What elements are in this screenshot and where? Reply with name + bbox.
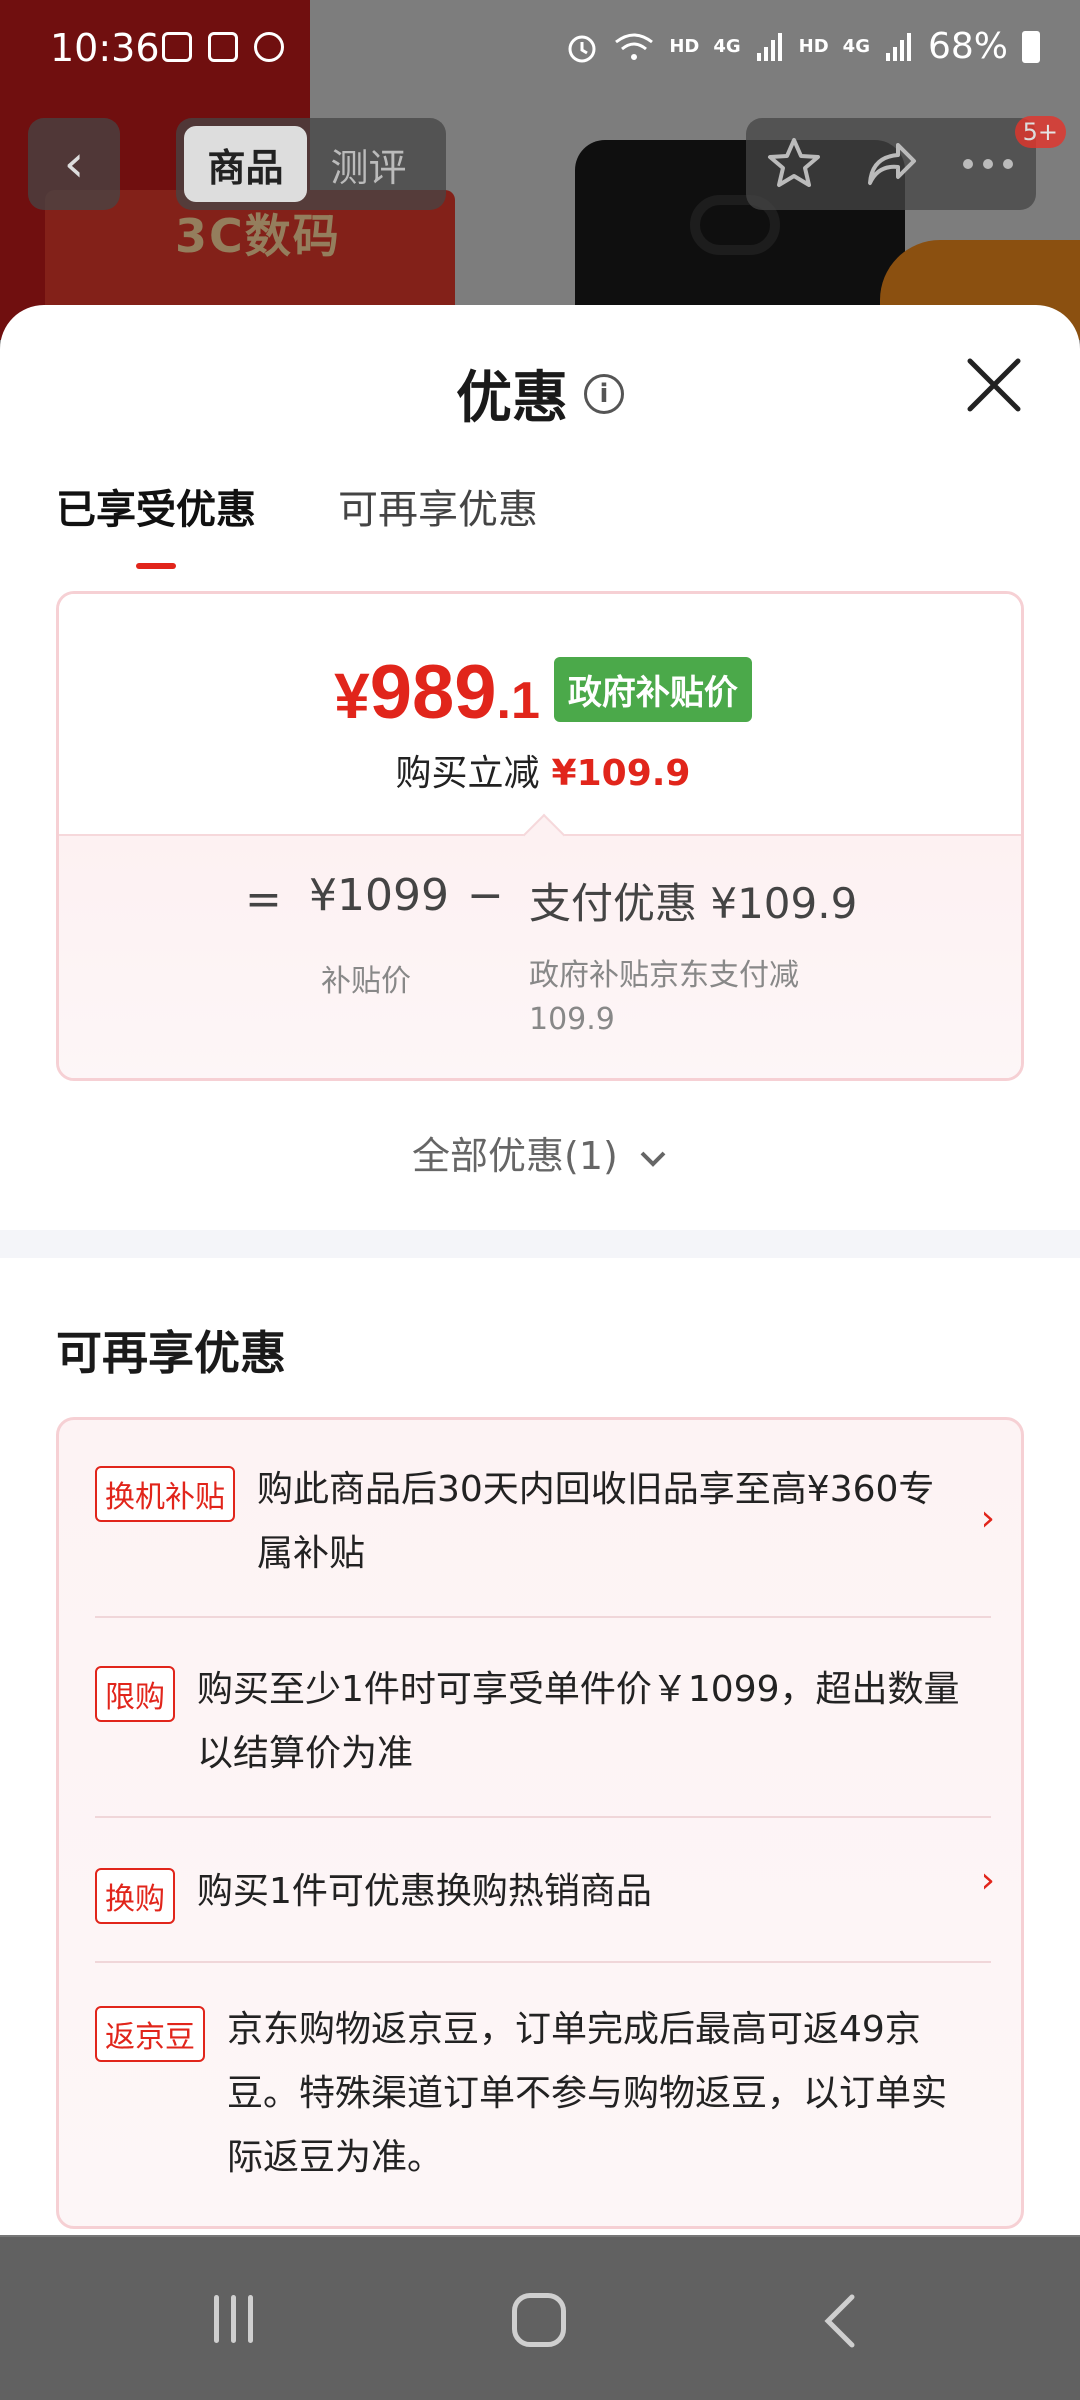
- star-icon[interactable]: [765, 135, 823, 193]
- more-icon[interactable]: [959, 154, 1017, 174]
- battery-icon: [1022, 30, 1040, 63]
- sheet-title-row: 优惠 i: [0, 353, 1080, 434]
- promo-tag: 换购: [95, 1868, 175, 1924]
- tab-review[interactable]: 测评: [307, 126, 430, 202]
- tab-enjoyed-discounts[interactable]: 已享受优惠: [56, 477, 256, 569]
- chevron-left-icon: ‹: [63, 134, 85, 194]
- divider: [95, 1616, 991, 1618]
- recent-apps-button[interactable]: [214, 2295, 253, 2343]
- nav-actions: [746, 118, 1036, 210]
- status-time: 10:36: [50, 26, 160, 70]
- home-button[interactable]: [512, 2293, 566, 2347]
- discount-tabs: 已享受优惠 可再享优惠: [56, 477, 538, 569]
- clock-app-icon: [208, 32, 238, 62]
- final-price-line: ¥989.1 政府补贴价: [59, 649, 1021, 736]
- promo-exchange[interactable]: 换购 购买1件可优惠换购热销商品 ›: [95, 1860, 995, 1924]
- notification-icons: [162, 32, 284, 62]
- promo-tag: 返京豆: [95, 2006, 205, 2062]
- divider: [95, 1816, 991, 1818]
- network-type-3: HD: [798, 36, 829, 57]
- equals-sign: =: [245, 874, 282, 925]
- discount-sheet: 优惠 i 已享受优惠 可再享优惠 ¥989.1 政府补贴价 购买立减 ¥109.9…: [0, 305, 1080, 2235]
- system-nav-bar: [0, 2237, 1080, 2400]
- message-badge: 5+: [1014, 116, 1066, 148]
- subsidy-price: ¥1099: [309, 870, 449, 921]
- app-notification-icon: [254, 32, 284, 62]
- promo-text: 购买1件可优惠换购热销商品: [197, 1871, 652, 1912]
- tab-product[interactable]: 商品: [184, 126, 307, 202]
- sheet-title: 优惠: [456, 366, 568, 431]
- promo-tag: 限购: [95, 1666, 175, 1722]
- subsidy-price-label: 补贴价: [321, 964, 411, 999]
- promo-text: 购买至少1件时可享受单件价￥1099，超出数量以结算价为准: [197, 1669, 960, 1774]
- promo-text: 京东购物返京豆，订单完成后最高可返49京豆。特殊渠道订单不参与购物返豆，以订单实…: [227, 2009, 948, 2178]
- chevron-right-icon: ›: [980, 1860, 995, 1901]
- saving-line: 购买立减 ¥109.9: [59, 744, 1021, 796]
- saving-label: 购买立减: [395, 753, 540, 794]
- status-bar: 10:36 HD 4G HD 4G 68%: [0, 0, 1080, 100]
- alarm-icon: [568, 35, 596, 62]
- back-button[interactable]: ‹: [28, 118, 120, 210]
- all-discounts-label: 全部优惠(1): [412, 1134, 618, 1178]
- all-discounts-toggle[interactable]: 全部优惠(1): [0, 1125, 1080, 1180]
- battery-percent: 68%: [927, 26, 1008, 67]
- signal-icon: [756, 32, 782, 61]
- saving-value: ¥109.9: [551, 753, 691, 794]
- network-type-2: 4G: [713, 36, 741, 57]
- share-icon[interactable]: [862, 135, 920, 193]
- price-summary: ¥989.1 政府补贴价 购买立减 ¥109.9: [59, 594, 1021, 834]
- promo-tag: 换机补贴: [95, 1466, 235, 1522]
- network-type-1: HD: [669, 36, 700, 57]
- final-price: ¥989.1: [334, 650, 540, 735]
- chevron-right-icon: ›: [980, 1498, 995, 1539]
- payment-discount: 支付优惠 ¥109.9: [529, 879, 858, 928]
- promo-trade-in[interactable]: 换机补贴 购此商品后30天内回收旧品享至高¥360专属补贴 ›: [95, 1458, 995, 1586]
- signal-icon-2: [885, 32, 911, 61]
- price-card: ¥989.1 政府补贴价 购买立减 ¥109.9 = ¥1099 补贴价 − 支付…: [56, 591, 1024, 1081]
- wifi-icon: [615, 33, 654, 60]
- status-right: HD 4G HD 4G 68%: [565, 26, 1040, 67]
- promo-text: 购此商品后30天内回收旧品享至高¥360专属补贴: [257, 1469, 935, 1574]
- gallery-icon: [162, 32, 192, 62]
- payment-discount-note: 政府补贴京东支付减109.9: [529, 958, 799, 1037]
- gov-subsidy-tag: 政府补贴价: [553, 657, 752, 722]
- promo-jd-beans: 返京豆 京东购物返京豆，订单完成后最高可返49京豆。特殊渠道订单不参与购物返豆，…: [95, 1998, 995, 2190]
- info-icon[interactable]: i: [584, 373, 624, 414]
- product-tabs: 商品 测评: [176, 118, 446, 210]
- chevron-down-icon: [640, 1151, 666, 1167]
- minus-sign: −: [467, 870, 504, 921]
- close-icon[interactable]: [964, 355, 1024, 415]
- back-nav-icon[interactable]: [820, 2291, 860, 2351]
- promo-limit: 限购 购买至少1件时可享受单件价￥1099，超出数量以结算价为准: [95, 1658, 995, 1786]
- more-discounts-title: 可再享优惠: [56, 1326, 286, 1380]
- price-breakdown: = ¥1099 补贴价 − 支付优惠 ¥109.9 政府补贴京东支付减109.9: [59, 813, 1021, 1078]
- divider: [95, 1961, 991, 1963]
- network-type-4: 4G: [842, 36, 870, 57]
- section-divider: [0, 1230, 1080, 1258]
- promo-list: 换机补贴 购此商品后30天内回收旧品享至高¥360专属补贴 › 限购 购买至少1…: [56, 1417, 1024, 2229]
- tab-more-discounts[interactable]: 可再享优惠: [338, 477, 538, 569]
